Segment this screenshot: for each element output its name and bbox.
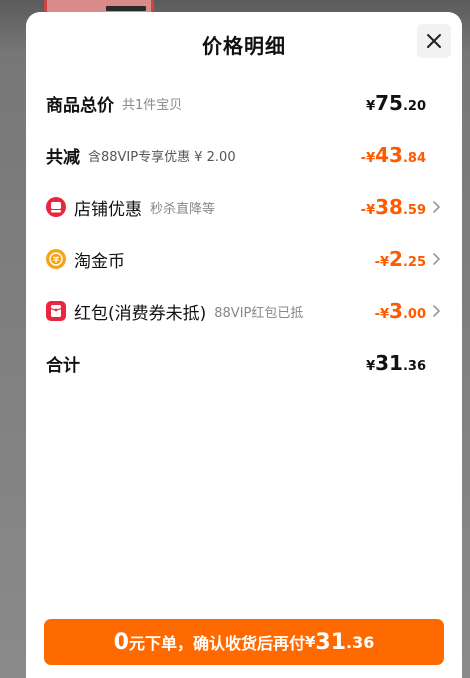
red-packet-currency: -¥ xyxy=(374,307,390,322)
chevron-right-icon xyxy=(433,201,440,213)
chevron-right-icon xyxy=(433,305,440,317)
red-packet-amount: -¥ 3 .00 xyxy=(375,296,426,326)
store-discount-decimal: .59 xyxy=(402,203,426,218)
coin-label: 淘金币 xyxy=(74,251,125,272)
coin-amount: -¥ 2 .25 xyxy=(375,244,426,274)
store-discount-sub: 秒杀直降等 xyxy=(150,201,216,217)
chevron-right-icon xyxy=(433,253,440,265)
sum-label: 合计 xyxy=(46,355,80,376)
submit-order-button[interactable]: 0 元下单，确认收货后再付 ¥ 31 .36 xyxy=(44,619,444,665)
row-coin[interactable]: 淘金币 -¥ 2 .25 xyxy=(26,244,462,274)
goods-total-currency: ¥ xyxy=(366,99,376,114)
total-discount-sub: 含88VIP专享优惠 ¥ 2.00 xyxy=(88,149,236,165)
coin-decimal: .25 xyxy=(402,255,426,270)
store-icon xyxy=(46,197,66,217)
sum-currency: ¥ xyxy=(366,359,376,374)
store-discount-currency: -¥ xyxy=(360,203,376,218)
row-total-discount: 共减 含88VIP专享优惠 ¥ 2.00 -¥ 43 .84 xyxy=(26,140,462,170)
goods-total-label: 商品总价 xyxy=(46,95,114,116)
total-discount-amount: -¥ 43 .84 xyxy=(361,140,426,170)
close-button[interactable] xyxy=(417,24,451,58)
price-detail-sheet: 价格明细 商品总价 共1件宝贝 ¥ 75 .20 共减 含88VIP专享优惠 ¥… xyxy=(26,12,462,678)
red-packet-integer: 3 xyxy=(389,299,403,323)
goods-total-amount: ¥ 75 .20 xyxy=(366,88,426,118)
row-red-packet[interactable]: 红包(消费券未抵) 88VIP红包已抵 -¥ 3 .00 xyxy=(26,296,462,326)
red-packet-icon xyxy=(46,301,66,321)
button-amount-integer: 31 xyxy=(315,629,347,655)
button-amount-decimal: .36 xyxy=(346,632,375,652)
red-packet-label: 红包(消费券未抵) xyxy=(74,303,207,324)
goods-total-decimal: .20 xyxy=(402,99,426,114)
coin-icon xyxy=(46,249,66,269)
total-discount-integer: 43 xyxy=(375,143,403,167)
button-currency: ¥ xyxy=(304,633,316,651)
button-zero-amount: 0 xyxy=(113,629,129,655)
store-discount-amount: -¥ 38 .59 xyxy=(361,192,426,222)
goods-total-sub: 共1件宝贝 xyxy=(122,97,183,113)
background-product-detail xyxy=(106,6,146,11)
sum-decimal: .36 xyxy=(402,359,426,374)
row-store-discount[interactable]: 店铺优惠 秒杀直降等 -¥ 38 .59 xyxy=(26,192,462,222)
coin-integer: 2 xyxy=(389,247,403,271)
total-discount-decimal: .84 xyxy=(402,151,426,166)
sum-amount: ¥ 31 .36 xyxy=(366,348,426,378)
goods-total-integer: 75 xyxy=(375,91,403,115)
sheet-title: 价格明细 xyxy=(202,34,286,58)
close-icon xyxy=(427,34,441,48)
red-packet-sub: 88VIP红包已抵 xyxy=(214,305,304,321)
red-packet-decimal: .00 xyxy=(402,307,426,322)
store-discount-integer: 38 xyxy=(375,195,403,219)
row-goods-total: 商品总价 共1件宝贝 ¥ 75 .20 xyxy=(26,88,462,118)
total-discount-currency: -¥ xyxy=(360,151,376,166)
coin-currency: -¥ xyxy=(374,255,390,270)
row-sum: 合计 ¥ 31 .36 xyxy=(26,348,462,378)
total-discount-label: 共减 xyxy=(46,147,80,168)
sum-integer: 31 xyxy=(375,351,403,375)
store-discount-label: 店铺优惠 xyxy=(74,199,142,220)
button-text: 元下单，确认收货后再付 xyxy=(128,634,305,653)
